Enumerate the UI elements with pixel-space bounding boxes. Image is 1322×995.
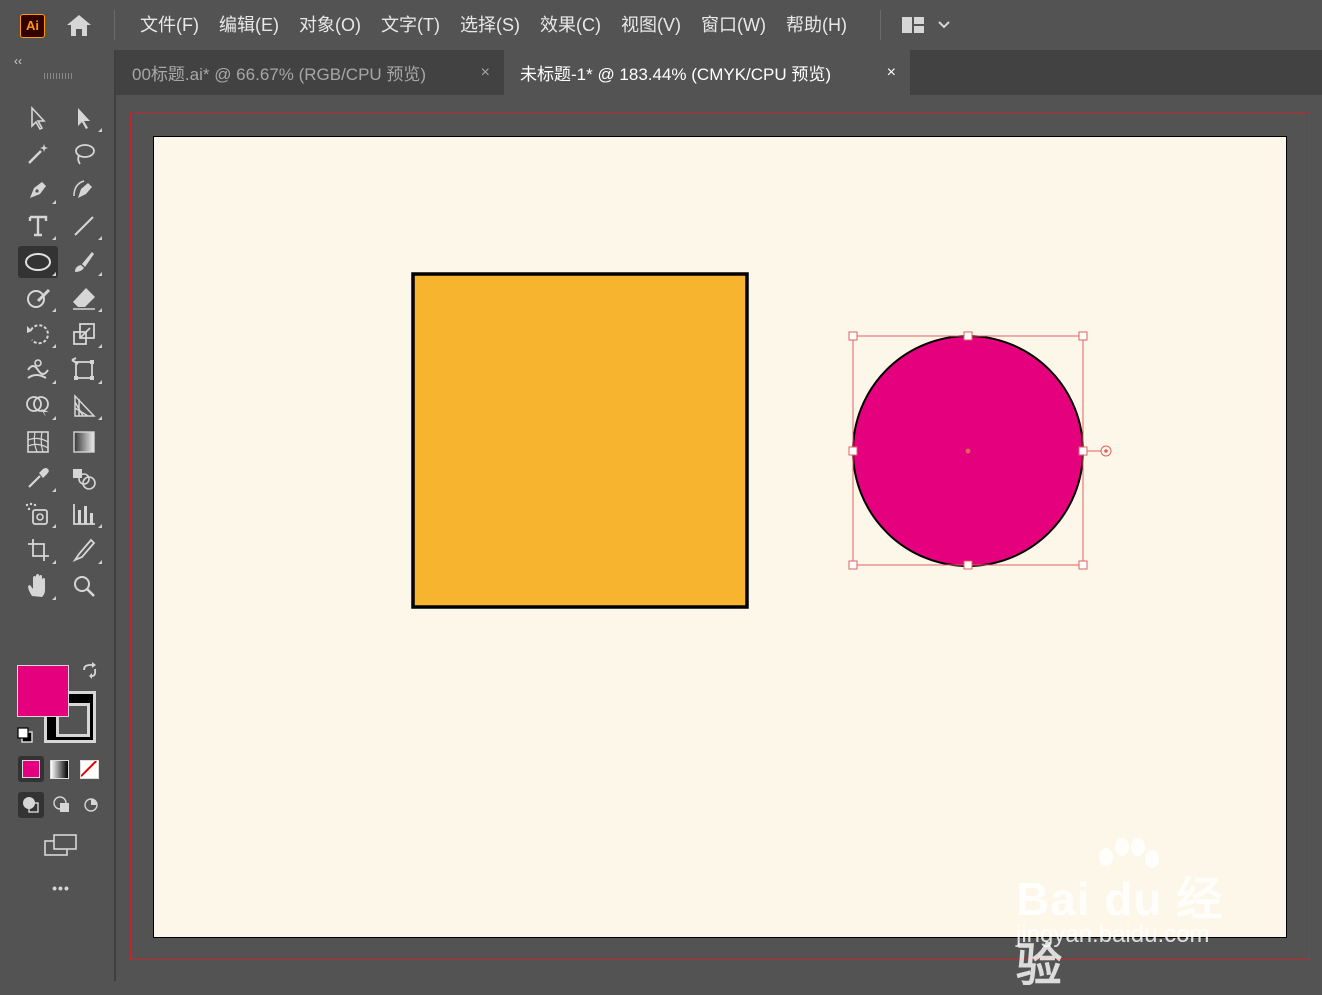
pie-widget-icon[interactable]: [1087, 445, 1112, 457]
handle-ne: [1078, 331, 1088, 341]
fill-color-swatch[interactable]: [17, 665, 69, 717]
handle-n: [963, 331, 973, 341]
handle-sw: [848, 560, 858, 570]
handle-w: [848, 446, 858, 456]
handle-s: [963, 560, 973, 570]
orange-rectangle[interactable]: [411, 272, 749, 609]
handle-se: [1078, 560, 1088, 570]
handle-nw: [848, 331, 858, 341]
artwork-layer: [411, 272, 1112, 609]
center-point: [965, 448, 971, 454]
handle-e: [1078, 446, 1088, 456]
